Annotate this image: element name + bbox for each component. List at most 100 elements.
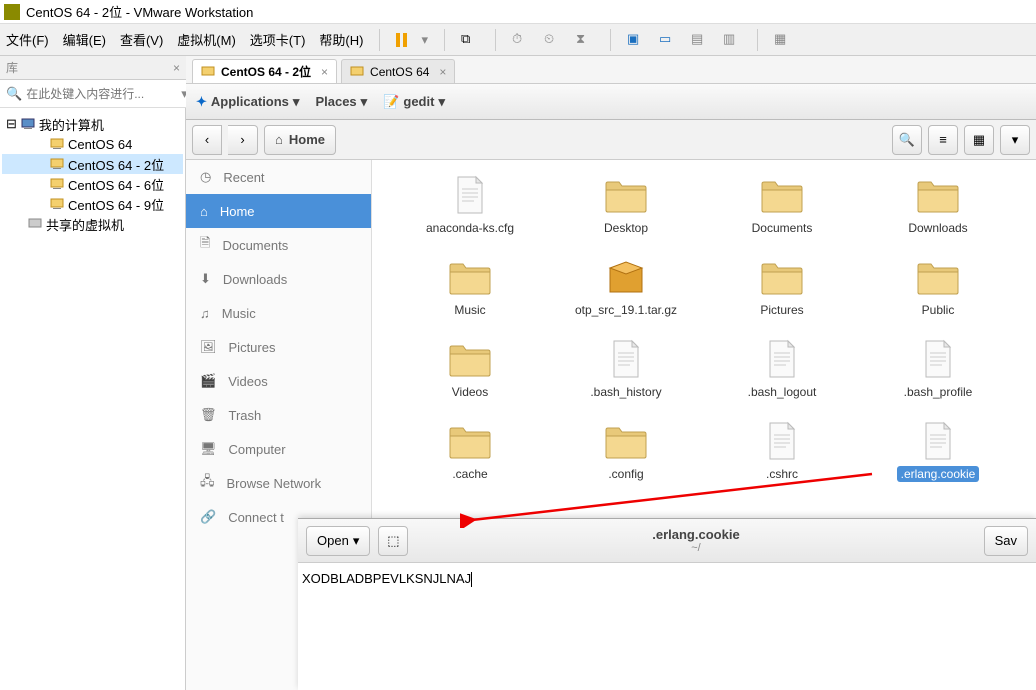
computer-icon: 🖥 bbox=[200, 441, 217, 457]
menu-vm[interactable]: 虚拟机(M) bbox=[177, 30, 236, 49]
search-input[interactable] bbox=[26, 87, 181, 101]
tree-shared[interactable]: 共享的虚拟机 bbox=[2, 214, 183, 234]
place-label: Computer bbox=[229, 442, 286, 457]
file-label: Desktop bbox=[600, 220, 652, 236]
place-music[interactable]: ♫Music bbox=[186, 296, 371, 330]
gedit-open-button[interactable]: Open ▾ bbox=[306, 526, 370, 556]
file-item[interactable]: Music bbox=[392, 256, 548, 338]
tree-vm-item[interactable]: CentOS 64 bbox=[2, 134, 183, 154]
file-item[interactable]: .bash_logout bbox=[704, 338, 860, 420]
place-documents[interactable]: 🗎Documents bbox=[186, 228, 371, 262]
tree-root[interactable]: ⊟ 我的计算机 bbox=[2, 114, 183, 134]
place-label: Documents bbox=[222, 238, 288, 253]
tree-vm-item[interactable]: CentOS 64 - 6位 bbox=[2, 174, 183, 194]
place-label: Recent bbox=[223, 170, 264, 185]
pause-icon[interactable] bbox=[396, 33, 407, 47]
file-label: .bash_logout bbox=[744, 384, 821, 400]
tab-label: CentOS 64 bbox=[370, 65, 429, 79]
gedit-open-label: Open bbox=[317, 533, 349, 548]
gnome-apps-label: Applications bbox=[211, 94, 289, 109]
gedit-save-label: Sav bbox=[995, 533, 1017, 548]
place-recent[interactable]: ◷Recent bbox=[186, 160, 371, 194]
file-item[interactable]: anaconda-ks.cfg bbox=[392, 174, 548, 256]
file-icon bbox=[914, 338, 962, 380]
view-list-button[interactable]: ≡ bbox=[928, 125, 958, 155]
file-item[interactable]: .cache bbox=[392, 420, 548, 502]
tab-close-icon[interactable]: × bbox=[321, 65, 328, 79]
menu-tabs[interactable]: 选项卡(T) bbox=[250, 30, 306, 49]
text-cursor bbox=[471, 572, 472, 587]
place-label: Pictures bbox=[229, 340, 276, 355]
place-computer[interactable]: 🖥 Computer bbox=[186, 432, 371, 466]
library-title: 库 bbox=[6, 59, 18, 76]
tab-close-icon[interactable]: × bbox=[439, 65, 446, 79]
view-grid-button[interactable]: ▦ bbox=[964, 125, 994, 155]
toolbar-icon-1[interactable]: ⧉ bbox=[461, 31, 479, 49]
vm-icon bbox=[201, 66, 215, 78]
place-trash[interactable]: 🗑Trash bbox=[186, 398, 371, 432]
file-icon bbox=[914, 420, 962, 462]
vm-tab[interactable]: CentOS 64 - 2位 × bbox=[192, 59, 337, 83]
file-item[interactable]: .bash_profile bbox=[860, 338, 1016, 420]
file-item[interactable]: Desktop bbox=[548, 174, 704, 256]
file-item[interactable]: Documents bbox=[704, 174, 860, 256]
file-item[interactable]: .config bbox=[548, 420, 704, 502]
unity-icon[interactable]: ▭ bbox=[659, 31, 677, 49]
place-pictures[interactable]: 🖼 Pictures bbox=[186, 330, 371, 364]
view-icon-2[interactable]: ▥ bbox=[723, 31, 741, 49]
tree-collapse-icon[interactable]: ⊟ bbox=[6, 116, 17, 132]
menu-edit[interactable]: 编辑(E) bbox=[63, 30, 106, 49]
view-icon-3[interactable]: ▦ bbox=[774, 31, 792, 49]
pic-icon: 🖼 bbox=[200, 339, 217, 355]
file-item[interactable]: otp_src_19.1.tar.gz bbox=[548, 256, 704, 338]
snapshot-tree-icon[interactable]: ⧗ bbox=[576, 31, 594, 49]
place-videos[interactable]: 🎬Videos bbox=[186, 364, 371, 398]
menu-file[interactable]: 文件(F) bbox=[6, 30, 49, 49]
file-item[interactable]: Downloads bbox=[860, 174, 1016, 256]
gedit-editor[interactable]: XODBLADBPEVLKSNJLNAJ bbox=[298, 563, 1036, 595]
gedit-new-tab-button[interactable]: ⬚ bbox=[378, 526, 408, 556]
vm-tab[interactable]: CentOS 64 × bbox=[341, 59, 455, 83]
file-item[interactable]: .erlang.cookie bbox=[860, 420, 1016, 502]
file-item[interactable]: .bash_history bbox=[548, 338, 704, 420]
folder-icon bbox=[914, 174, 962, 216]
view-menu-button[interactable]: ▾ bbox=[1000, 125, 1030, 155]
file-label: .cache bbox=[448, 466, 491, 482]
folder-icon bbox=[446, 256, 494, 298]
tree-vm-item[interactable]: CentOS 64 - 9位 bbox=[2, 194, 183, 214]
gnome-apps-menu[interactable]: ✦ Applications ▾ bbox=[196, 94, 299, 110]
gedit-content: XODBLADBPEVLKSNJLNAJ bbox=[302, 571, 471, 586]
place-downloads[interactable]: ⬇Downloads bbox=[186, 262, 371, 296]
folder-icon bbox=[758, 174, 806, 216]
tab-label: CentOS 64 - 2位 bbox=[221, 63, 311, 80]
file-item[interactable]: Public bbox=[860, 256, 1016, 338]
tree-vm-label: CentOS 64 bbox=[68, 137, 132, 152]
tree-vm-item[interactable]: CentOS 64 - 2位 bbox=[2, 154, 183, 174]
activities-icon: ✦ bbox=[196, 94, 207, 110]
place-label: Music bbox=[222, 306, 256, 321]
nav-back-button[interactable]: ‹ bbox=[192, 125, 222, 155]
play-dropdown-icon[interactable]: ▾ bbox=[421, 32, 428, 48]
file-label: .bash_profile bbox=[900, 384, 977, 400]
vm-tree: ⊟ 我的计算机 CentOS 64CentOS 64 - 2位CentOS 64… bbox=[0, 108, 186, 690]
file-item[interactable]: .cshrc bbox=[704, 420, 860, 502]
snapshot-manage-icon[interactable]: ⏲ bbox=[544, 31, 562, 49]
fullscreen-icon[interactable]: ▣ bbox=[627, 31, 645, 49]
library-close-icon[interactable]: × bbox=[173, 61, 180, 75]
gnome-places-menu[interactable]: Places ▾ bbox=[315, 94, 367, 110]
video-icon: 🎬 bbox=[200, 373, 216, 389]
view-icon-1[interactable]: ▤ bbox=[691, 31, 709, 49]
nav-forward-button[interactable]: › bbox=[228, 125, 258, 155]
search-button[interactable]: 🔍 bbox=[892, 125, 922, 155]
snapshot-icon[interactable]: ⏱ bbox=[512, 31, 530, 49]
gnome-gedit-menu[interactable]: 📝 gedit ▾ bbox=[383, 94, 445, 110]
place-home[interactable]: ⌂Home bbox=[186, 194, 371, 228]
file-item[interactable]: Pictures bbox=[704, 256, 860, 338]
place-browse-network[interactable]: 🖧Browse Network bbox=[186, 466, 371, 500]
file-item[interactable]: Videos bbox=[392, 338, 548, 420]
menu-help[interactable]: 帮助(H) bbox=[319, 30, 363, 49]
nav-home-button[interactable]: ⌂ Home bbox=[264, 125, 336, 155]
gedit-save-button[interactable]: Sav bbox=[984, 526, 1028, 556]
menu-view[interactable]: 查看(V) bbox=[120, 30, 163, 49]
package-icon bbox=[602, 256, 650, 298]
